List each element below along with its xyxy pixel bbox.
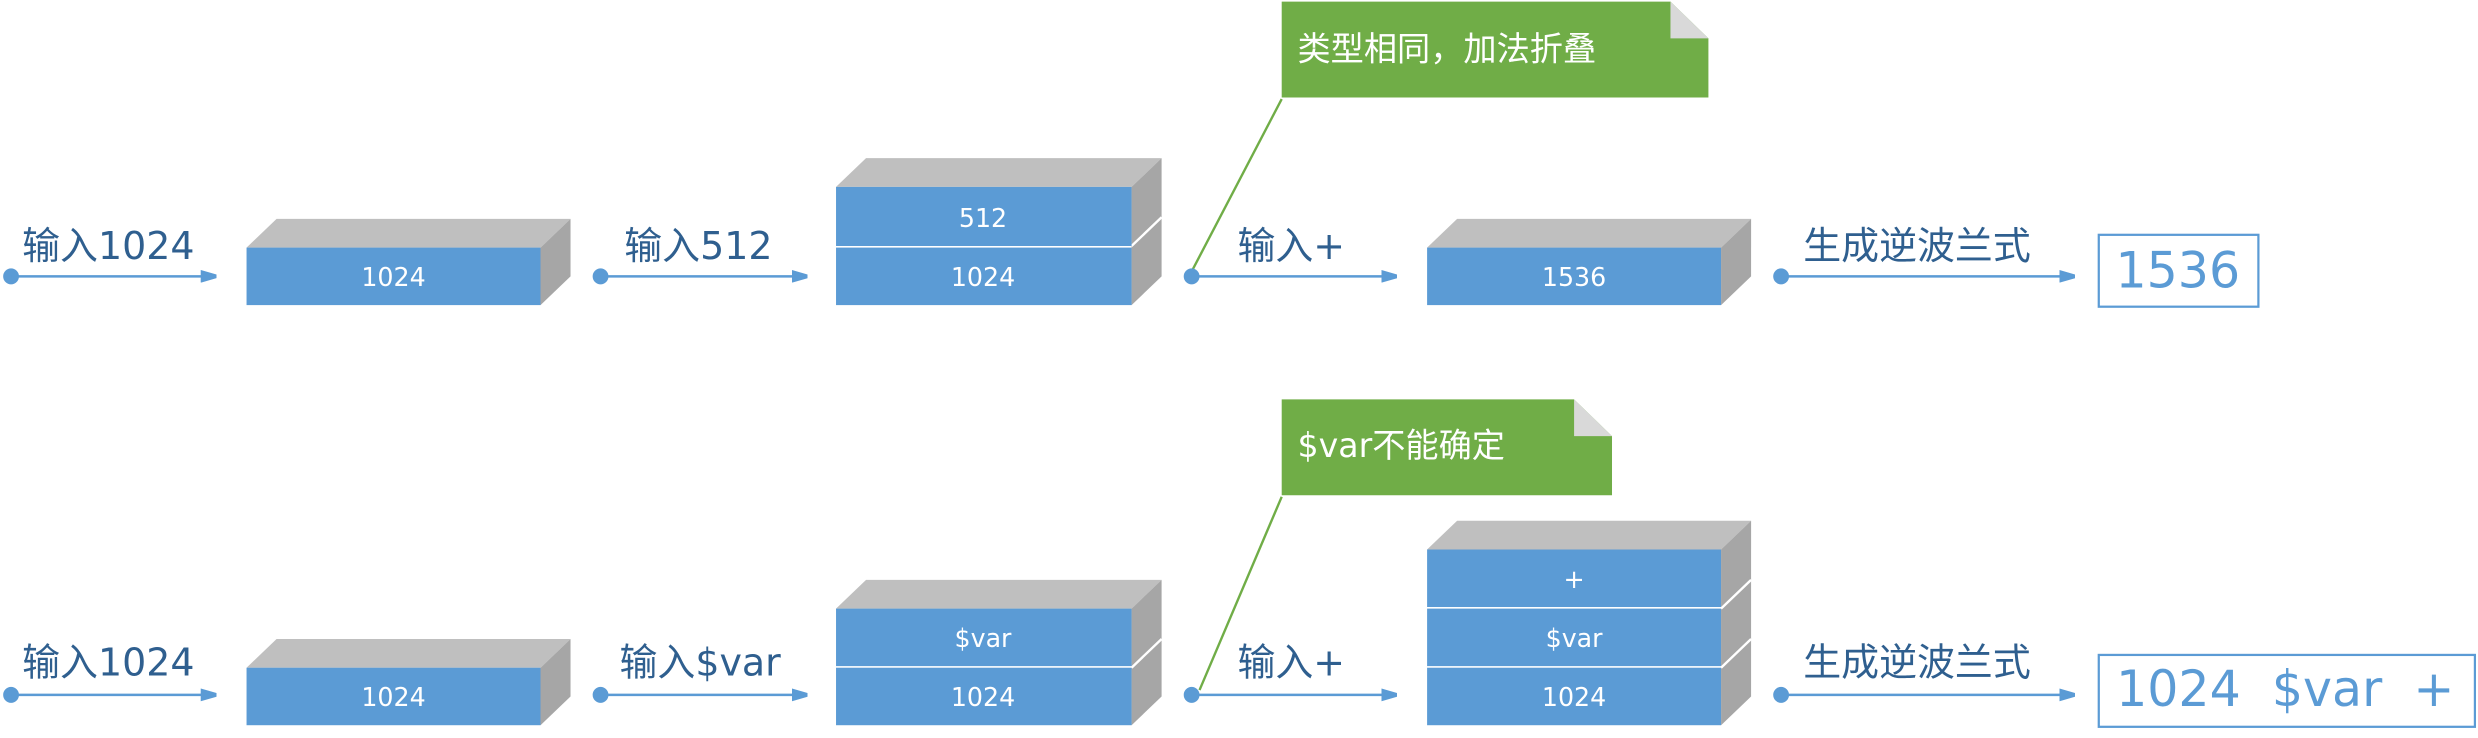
arrow-generate-rpn-row2: 生成逆波兰式	[1773, 641, 2073, 703]
block-label: 512	[959, 203, 1007, 233]
result-row1: 1536	[2097, 233, 2260, 308]
stack-row1-3: 1536	[1427, 218, 1752, 306]
block-label: 1024	[361, 682, 425, 712]
arrow-input-1024-row1: 输入1024	[3, 224, 215, 285]
rpn-folding-diagram: 输入1024 1024 输入512 512 1024 类型相同，加法折叠 输入+…	[3, 1, 2477, 728]
block-label: $var	[1546, 623, 1603, 653]
block-top	[1427, 218, 1752, 248]
block-top	[246, 638, 571, 668]
arrow-label: 输入+	[1237, 641, 1345, 685]
block-label: $var	[955, 623, 1012, 653]
block-top	[836, 158, 1162, 187]
note-text: $var不能确定	[1298, 426, 1505, 465]
arrow-label: 输入+	[1237, 224, 1345, 268]
block-label: +	[1563, 564, 1584, 594]
note-row2: $var不能确定	[1281, 399, 1613, 496]
stack-row1-2: 512 1024	[836, 158, 1163, 306]
arrow-generate-rpn-row1: 生成逆波兰式	[1773, 224, 2073, 285]
arrow-label: 生成逆波兰式	[1803, 641, 2031, 685]
stack-row2-2: $var 1024	[836, 579, 1163, 726]
result-text: 1024 $var +	[2116, 660, 2454, 718]
block-label: 1536	[1542, 262, 1606, 292]
block-label: 1024	[951, 682, 1015, 712]
arrow-input-1024-row2: 输入1024	[3, 641, 215, 703]
arrow-input-var-row2: 输入$var	[592, 641, 806, 703]
stack-row2-1: 1024	[246, 638, 571, 726]
arrow-input-plus-row1: 输入+	[1183, 224, 1396, 285]
block-side	[1721, 520, 1752, 726]
row-2: 输入1024 1024 输入$var $var 1024 $var不能确定 输入…	[3, 399, 2477, 728]
note-row1: 类型相同，加法折叠	[1281, 1, 1709, 98]
result-text: 1536	[2115, 241, 2240, 299]
diagram-stage: 输入1024 1024 输入512 512 1024 类型相同，加法折叠 输入+…	[0, 0, 2478, 738]
result-row2: 1024 $var +	[2097, 653, 2477, 728]
block-top	[836, 579, 1162, 609]
block-top	[246, 218, 571, 248]
block-top	[1427, 520, 1752, 550]
arrow-label: 输入1024	[22, 641, 194, 685]
arrow-label: 输入512	[624, 224, 772, 268]
block-label: 1024	[951, 262, 1015, 292]
arrow-input-512-row1: 输入512	[592, 224, 806, 285]
note-fold	[1574, 399, 1613, 437]
arrow-label: 输入$var	[620, 641, 782, 685]
arrow-label: 输入1024	[22, 224, 194, 268]
stack-row2-3: + $var 1024	[1427, 520, 1752, 726]
stack-row1-1: 1024	[246, 218, 571, 306]
block-label: 1024	[361, 262, 425, 292]
arrow-label: 生成逆波兰式	[1803, 224, 2031, 268]
note-text: 类型相同，加法折叠	[1298, 30, 1597, 69]
block-label: 1024	[1542, 682, 1606, 712]
row-1: 输入1024 1024 输入512 512 1024 类型相同，加法折叠 输入+…	[3, 1, 2260, 308]
note-fold	[1670, 1, 1709, 39]
